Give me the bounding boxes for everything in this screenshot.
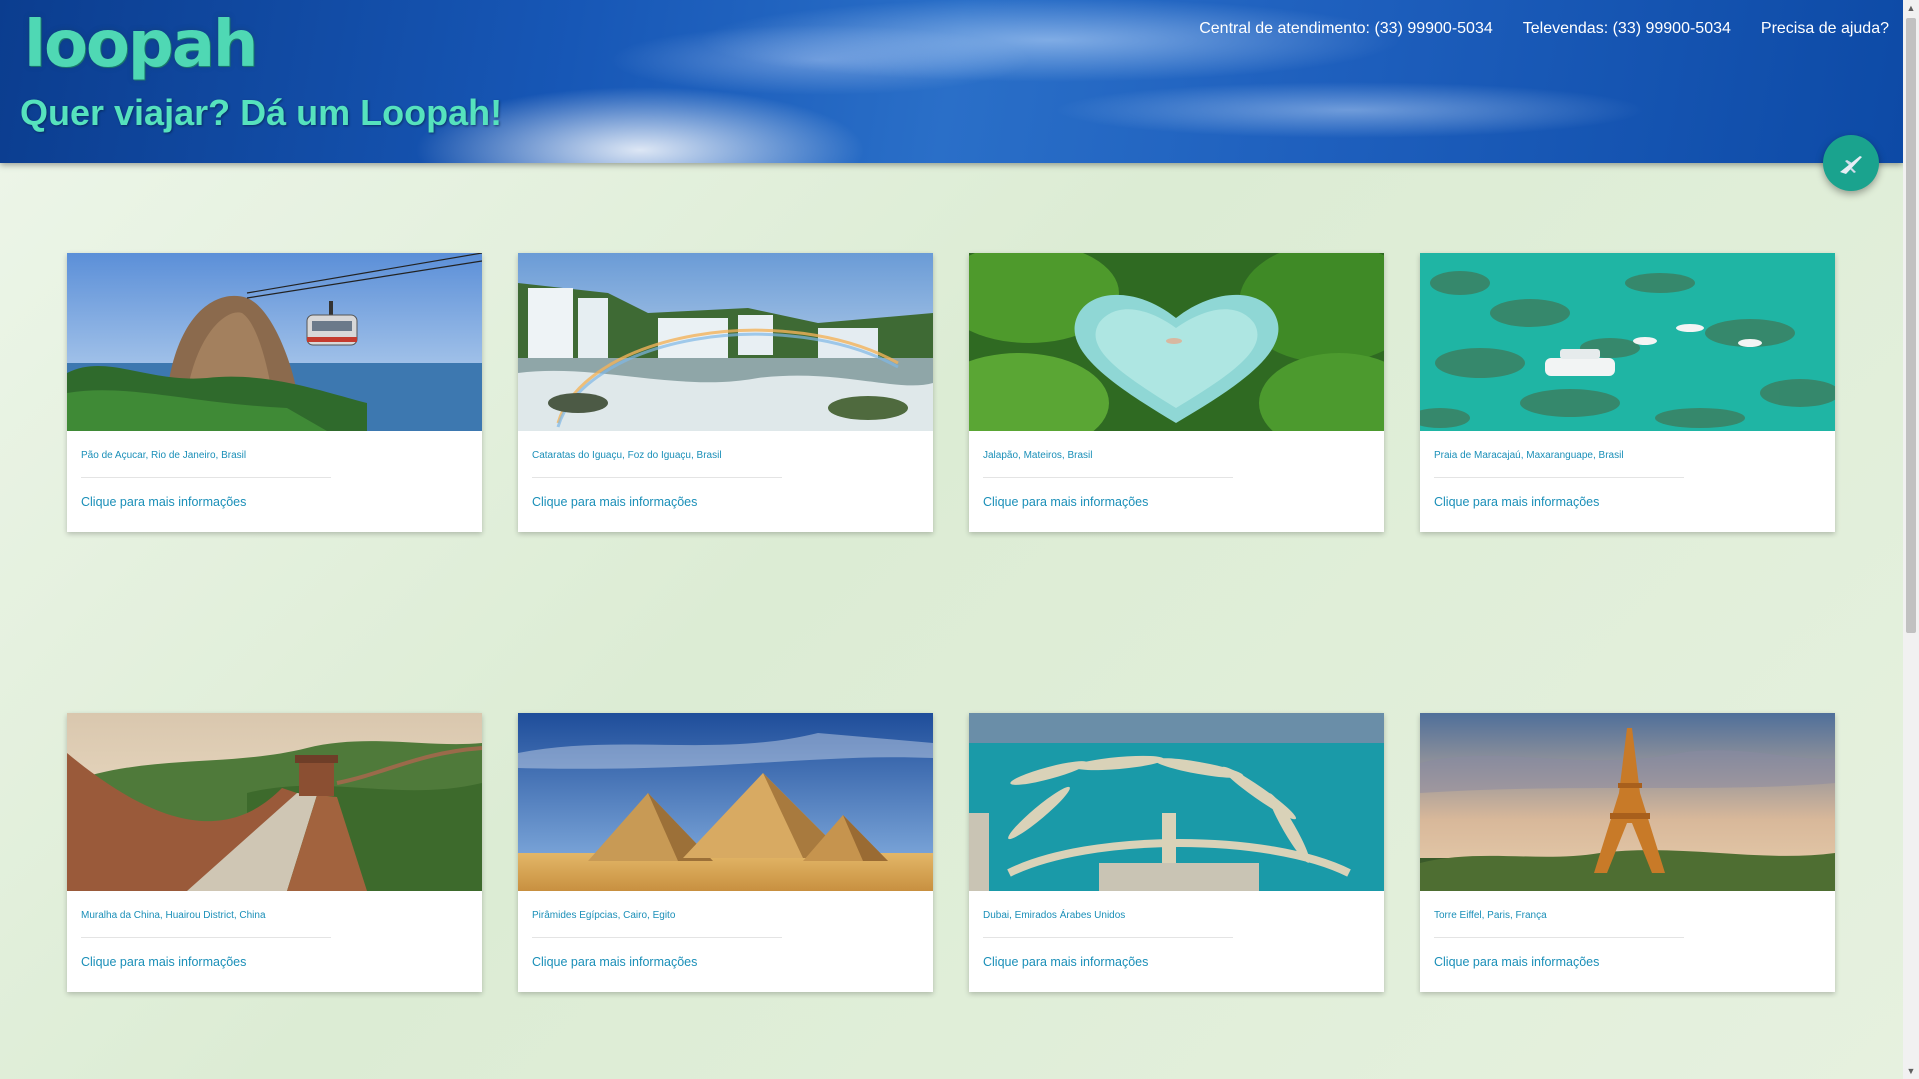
destination-image[interactable] (969, 713, 1384, 891)
page-scrollbar[interactable]: ▲ ▼ (1903, 0, 1919, 1079)
card-title: Dubai, Emirados Árabes Unidos (983, 910, 1126, 921)
card-title: Pirâmides Egípcias, Cairo, Egito (532, 910, 676, 921)
airplane-icon (1840, 156, 1862, 174)
airplane-fab-button[interactable] (1823, 135, 1879, 191)
destination-card[interactable]: Torre Eiffel, Paris, França Clique para … (1420, 713, 1835, 992)
destination-card[interactable]: Muralha da China, Huairou District, Chin… (67, 713, 482, 992)
card-info-link[interactable]: Clique para mais informações (1434, 955, 1599, 969)
card-info-link[interactable]: Clique para mais informações (983, 955, 1148, 969)
card-divider (532, 477, 782, 478)
card-info-link[interactable]: Clique para mais informações (1434, 495, 1599, 509)
card-divider (983, 937, 1233, 938)
card-divider (983, 477, 1233, 478)
card-divider (81, 477, 331, 478)
nav-central-atendimento[interactable]: Central de atendimento: (33) 99900-5034 (1199, 20, 1493, 38)
destination-image[interactable] (67, 253, 482, 431)
header-banner: loopah Quer viajar? Dá um Loopah! Centra… (0, 0, 1903, 163)
card-title: Muralha da China, Huairou District, Chin… (81, 910, 266, 921)
destination-card[interactable]: Jalapão, Mateiros, Brasil Clique para ma… (969, 253, 1384, 532)
card-divider (81, 937, 331, 938)
destination-card[interactable]: Cataratas do Iguaçu, Foz do Iguaçu, Bras… (518, 253, 933, 532)
destination-image[interactable] (1420, 713, 1835, 891)
destination-card[interactable]: Pão de Açucar, Rio de Janeiro, Brasil Cl… (67, 253, 482, 532)
card-title: Cataratas do Iguaçu, Foz do Iguaçu, Bras… (532, 450, 722, 461)
destination-card[interactable]: Pirâmides Egípcias, Cairo, Egito Clique … (518, 713, 933, 992)
site-tagline: Quer viajar? Dá um Loopah! (20, 92, 503, 133)
destination-image[interactable] (518, 713, 933, 891)
scroll-down-arrow-icon[interactable]: ▼ (1903, 1063, 1919, 1079)
destination-image[interactable] (518, 253, 933, 431)
destination-card[interactable]: Praia de Maracajaú, Maxaranguape, Brasil… (1420, 253, 1835, 532)
destination-image[interactable] (1420, 253, 1835, 431)
card-info-link[interactable]: Clique para mais informações (81, 495, 246, 509)
site-logo[interactable]: loopah (24, 8, 258, 82)
destination-image[interactable] (969, 253, 1384, 431)
card-title: Praia de Maracajaú, Maxaranguape, Brasil (1434, 450, 1624, 461)
card-info-link[interactable]: Clique para mais informações (983, 495, 1148, 509)
card-divider (1434, 477, 1684, 478)
card-info-link[interactable]: Clique para mais informações (532, 495, 697, 509)
card-divider (1434, 937, 1684, 938)
card-info-link[interactable]: Clique para mais informações (81, 955, 246, 969)
top-nav: Central de atendimento: (33) 99900-5034 … (1199, 20, 1889, 38)
destination-card[interactable]: Dubai, Emirados Árabes Unidos Clique par… (969, 713, 1384, 992)
card-info-link[interactable]: Clique para mais informações (532, 955, 697, 969)
destination-image[interactable] (67, 713, 482, 891)
scroll-thumb[interactable] (1906, 18, 1916, 633)
card-title: Torre Eiffel, Paris, França (1434, 910, 1547, 921)
card-title: Pão de Açucar, Rio de Janeiro, Brasil (81, 450, 247, 461)
nav-televendas[interactable]: Televendas: (33) 99900-5034 (1523, 20, 1731, 38)
card-divider (532, 937, 782, 938)
nav-help[interactable]: Precisa de ajuda? (1761, 20, 1889, 38)
card-title: Jalapão, Mateiros, Brasil (983, 450, 1093, 461)
scroll-up-arrow-icon[interactable]: ▲ (1903, 0, 1919, 16)
